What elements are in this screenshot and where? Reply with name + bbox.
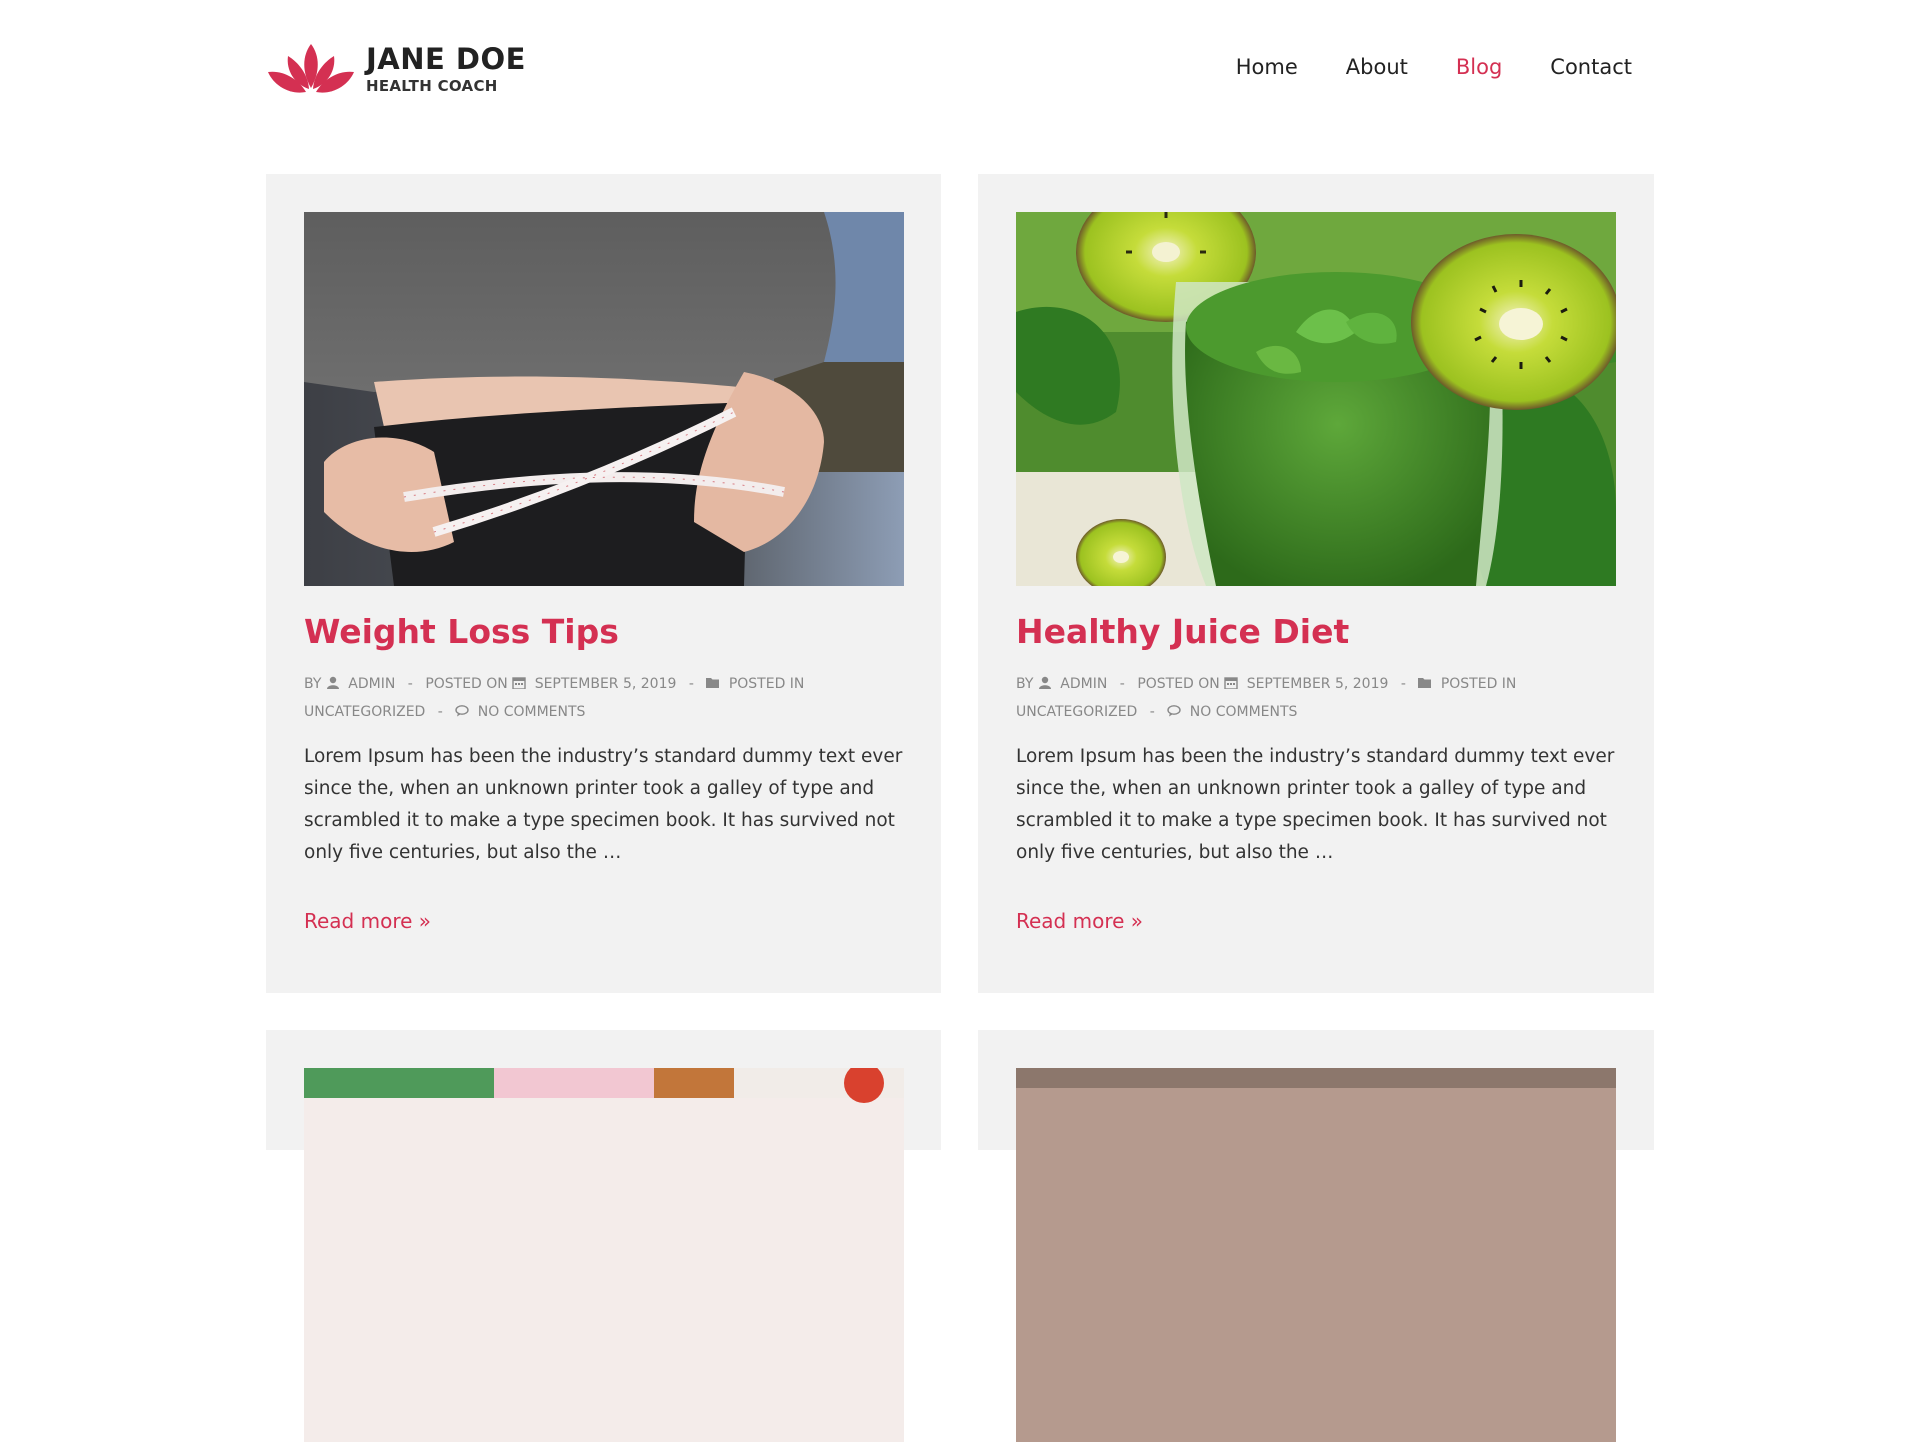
meta-by-label: BY (1016, 676, 1034, 692)
lotus-icon (268, 44, 354, 93)
post-title[interactable]: Healthy Juice Diet (1016, 608, 1349, 656)
meta-date-link[interactable]: SEPTEMBER 5, 2019 (535, 676, 677, 692)
folder-icon (1418, 678, 1432, 688)
meta-comments-link[interactable]: NO COMMENTS (478, 704, 586, 720)
meta-separator: - (407, 676, 413, 692)
post-title[interactable]: Weight Loss Tips (304, 608, 619, 656)
site-header: JANE DOE HEALTH COACH Home About Blog Co… (266, 38, 1654, 100)
meta-posted-in-label: POSTED IN (728, 676, 805, 692)
nav-about[interactable]: About (1346, 52, 1408, 82)
calendar-icon (512, 677, 526, 689)
meta-by-label: BY (304, 676, 322, 692)
brand-text: JANE DOE HEALTH COACH (366, 43, 526, 97)
post-excerpt: Lorem Ipsum has been the industry’s stan… (304, 746, 903, 863)
post-meta: BY ADMIN - POSTED ON SEPTEMBER 5, 2019 -… (1016, 670, 1616, 726)
landscape-photo (1016, 1068, 1616, 1442)
post-thumbnail[interactable] (304, 1068, 904, 1442)
read-more-link[interactable]: Read more » (304, 906, 431, 936)
user-icon (1038, 676, 1051, 689)
meta-separator: - (688, 676, 694, 692)
meta-author-link[interactable]: ADMIN (348, 676, 395, 692)
nav-contact[interactable]: Contact (1550, 52, 1632, 82)
meta-posted-on-label: POSTED ON (1137, 676, 1220, 692)
brand-name: JANE DOE (366, 42, 526, 76)
meta-category-link[interactable]: UNCATEGORIZED (304, 704, 425, 720)
meta-posted-in-label: POSTED IN (1440, 676, 1517, 692)
post-thumbnail-weight-loss[interactable] (304, 212, 904, 586)
post-meta: BY ADMIN - POSTED ON SEPTEMBER 5, 2019 -… (304, 670, 904, 726)
folder-icon (706, 678, 720, 688)
post-card (978, 1030, 1654, 1442)
meta-separator: - (1119, 676, 1125, 692)
comments-icon (455, 705, 469, 717)
meta-separator: - (1400, 676, 1406, 692)
waist-measuring-tape-photo (304, 212, 904, 586)
read-more-link[interactable]: Read more » (1016, 906, 1143, 936)
main-nav: Home About Blog Contact (1236, 52, 1632, 82)
meta-separator: - (437, 704, 443, 720)
brand-tagline: HEALTH COACH (366, 77, 498, 95)
post-excerpt: Lorem Ipsum has been the industry’s stan… (1016, 746, 1615, 863)
post-card (266, 1030, 941, 1442)
meta-category-link[interactable]: UNCATEGORIZED (1016, 704, 1137, 720)
brand-logo-link[interactable]: JANE DOE HEALTH COACH (266, 42, 526, 98)
meta-separator: - (1149, 704, 1155, 720)
nav-blog[interactable]: Blog (1456, 52, 1502, 82)
meta-posted-on-label: POSTED ON (425, 676, 508, 692)
nav-home[interactable]: Home (1236, 52, 1298, 82)
post-card: Healthy Juice Diet BY ADMIN - POSTED ON … (978, 174, 1654, 993)
calendar-icon (1224, 677, 1238, 689)
meta-comments-link[interactable]: NO COMMENTS (1190, 704, 1298, 720)
post-thumbnail-juice-diet[interactable] (1016, 212, 1616, 586)
post-card: Weight Loss Tips BY ADMIN - POSTED ON SE… (266, 174, 941, 993)
green-juice-kiwi-photo (1016, 212, 1616, 586)
meta-author-link[interactable]: ADMIN (1060, 676, 1107, 692)
post-thumbnail[interactable] (1016, 1068, 1616, 1442)
user-icon (326, 676, 339, 689)
comments-icon (1167, 705, 1181, 717)
flowers-food-photo (304, 1068, 904, 1442)
meta-date-link[interactable]: SEPTEMBER 5, 2019 (1247, 676, 1389, 692)
